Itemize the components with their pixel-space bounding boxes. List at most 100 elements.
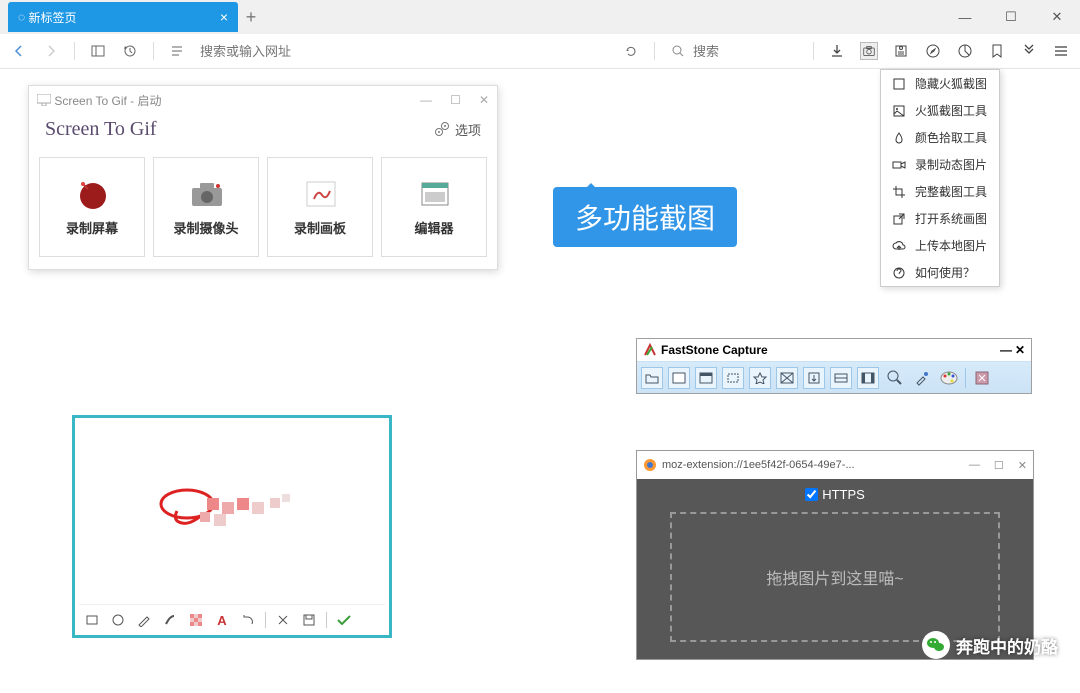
rect-tool[interactable]: [83, 611, 101, 629]
ext-fox-tool[interactable]: 火狐截图工具: [881, 97, 999, 124]
ext-help[interactable]: 如何使用？: [881, 259, 999, 286]
ext-label: 完整截图工具: [915, 183, 987, 200]
fs-capture-full[interactable]: [776, 367, 798, 389]
stg-titlebar[interactable]: Screen To Gif - 启动 — ☐ ✕: [29, 86, 497, 114]
confirm-tool[interactable]: [335, 611, 353, 629]
stg-options-label: 选项: [455, 120, 481, 139]
pie-icon[interactable]: [956, 42, 974, 60]
editor-icon: [418, 178, 450, 210]
bookmark-icon[interactable]: [988, 42, 1006, 60]
board-icon: [304, 178, 336, 210]
stg-minimize[interactable]: —: [420, 93, 432, 107]
separator: [965, 368, 966, 388]
undo-tool[interactable]: [239, 611, 257, 629]
fs-magnifier[interactable]: [884, 367, 906, 389]
separator: [813, 42, 814, 60]
stg-editor[interactable]: 编辑器: [381, 157, 487, 257]
stg-card-label: 录制摄像头: [173, 218, 238, 237]
menu-icon[interactable]: [1052, 42, 1070, 60]
search-input[interactable]: [693, 44, 773, 59]
download-icon[interactable]: [828, 42, 846, 60]
history-icon[interactable]: [121, 42, 139, 60]
moz-maximize[interactable]: ☐: [994, 459, 1004, 472]
fs-settings[interactable]: [971, 367, 993, 389]
drop-text: 拖拽图片到这里喵~: [766, 565, 903, 589]
fs-capture-active[interactable]: [695, 367, 717, 389]
circle-tool[interactable]: [109, 611, 127, 629]
separator: [654, 42, 655, 60]
window-controls: — ☐ ✕: [942, 0, 1080, 34]
ext-open-paint[interactable]: 打开系统画图: [881, 205, 999, 232]
fs-open[interactable]: [641, 367, 663, 389]
stg-record-screen[interactable]: 录制屏幕: [39, 157, 145, 257]
address-bar[interactable]: [200, 44, 608, 59]
stg-logo: Screen To Gif: [45, 118, 157, 141]
mosaic-tool[interactable]: [187, 611, 205, 629]
stg-options-button[interactable]: 选项: [433, 120, 481, 139]
fs-palette[interactable]: [938, 367, 960, 389]
https-checkbox-input[interactable]: [805, 488, 818, 501]
https-label: HTTPS: [822, 487, 865, 502]
close-button[interactable]: ✕: [1034, 0, 1080, 34]
moz-minimize[interactable]: —: [969, 459, 980, 472]
fs-capture-freehand[interactable]: [749, 367, 771, 389]
brush-tool[interactable]: [161, 611, 179, 629]
ext-record-gif[interactable]: 录制动态图片: [881, 151, 999, 178]
reader-mode-icon[interactable]: [892, 42, 910, 60]
red-scribble: [152, 476, 312, 546]
camera-icon: [190, 178, 222, 210]
moz-close[interactable]: ✕: [1018, 459, 1027, 472]
moz-url: moz-extension://1ee5f42f-0654-49e7-...: [662, 459, 855, 471]
back-icon[interactable]: [10, 42, 28, 60]
moz-titlebar[interactable]: moz-extension://1ee5f42f-0654-49e7-... —…: [637, 451, 1033, 479]
screen-to-gif-window: Screen To Gif - 启动 — ☐ ✕ Screen To Gif 选…: [28, 85, 498, 270]
ext-full-capture[interactable]: 完整截图工具: [881, 178, 999, 205]
stg-app-icon: [37, 94, 51, 106]
canvas-toolbar: A: [79, 604, 385, 631]
overflow-icon[interactable]: [1020, 42, 1038, 60]
camera-icon[interactable]: [860, 42, 878, 60]
pencil-tool[interactable]: [135, 611, 153, 629]
https-checkbox[interactable]: HTTPS: [805, 487, 865, 502]
ext-color-picker[interactable]: 颜色拾取工具: [881, 124, 999, 151]
delete-tool[interactable]: [274, 611, 292, 629]
browser-tab[interactable]: ◌ 新标签页 ×: [8, 2, 238, 32]
sidebar-icon[interactable]: [89, 42, 107, 60]
stg-record-board[interactable]: 录制画板: [267, 157, 373, 257]
text-tool[interactable]: A: [213, 611, 231, 629]
fs-capture-video[interactable]: [857, 367, 879, 389]
fs-capture-window[interactable]: [668, 367, 690, 389]
stg-maximize[interactable]: ☐: [450, 93, 461, 107]
fs-capture-scroll[interactable]: [803, 367, 825, 389]
ext-label: 录制动态图片: [915, 156, 987, 173]
drop-zone[interactable]: 拖拽图片到这里喵~: [670, 512, 1000, 642]
tab-spinner-icon: ◌: [18, 10, 25, 24]
fs-picker[interactable]: [911, 367, 933, 389]
save-tool[interactable]: [300, 611, 318, 629]
tab-title: 新标签页: [28, 9, 76, 26]
reload-icon[interactable]: [622, 42, 640, 60]
browser-toolbar: [0, 34, 1080, 69]
ext-label: 火狐截图工具: [915, 102, 987, 119]
ext-hide-fox[interactable]: 隐藏火狐截图: [881, 70, 999, 97]
feature-badge: 多功能截图: [553, 187, 737, 247]
new-tab-button[interactable]: +: [238, 7, 264, 28]
fs-capture-rect[interactable]: [722, 367, 744, 389]
reader-icon[interactable]: [168, 42, 186, 60]
fs-titlebar[interactable]: FastStone Capture — ✕: [637, 339, 1031, 361]
forward-icon[interactable]: [42, 42, 60, 60]
tab-close-icon[interactable]: ×: [220, 9, 228, 25]
ext-upload[interactable]: 上传本地图片: [881, 232, 999, 259]
stg-close[interactable]: ✕: [479, 93, 489, 107]
fs-minimize[interactable]: —: [1000, 343, 1012, 357]
maximize-button[interactable]: ☐: [988, 0, 1034, 34]
compass-icon[interactable]: [924, 42, 942, 60]
fs-capture-fixed[interactable]: [830, 367, 852, 389]
canvas-area[interactable]: [79, 422, 385, 600]
fs-toolbar: [637, 361, 1031, 393]
watermark: 奔跑中的奶酪: [922, 631, 1058, 659]
minimize-button[interactable]: —: [942, 0, 988, 34]
crop-icon: [891, 184, 907, 200]
fs-close[interactable]: ✕: [1015, 343, 1025, 357]
stg-record-camera[interactable]: 录制摄像头: [153, 157, 259, 257]
